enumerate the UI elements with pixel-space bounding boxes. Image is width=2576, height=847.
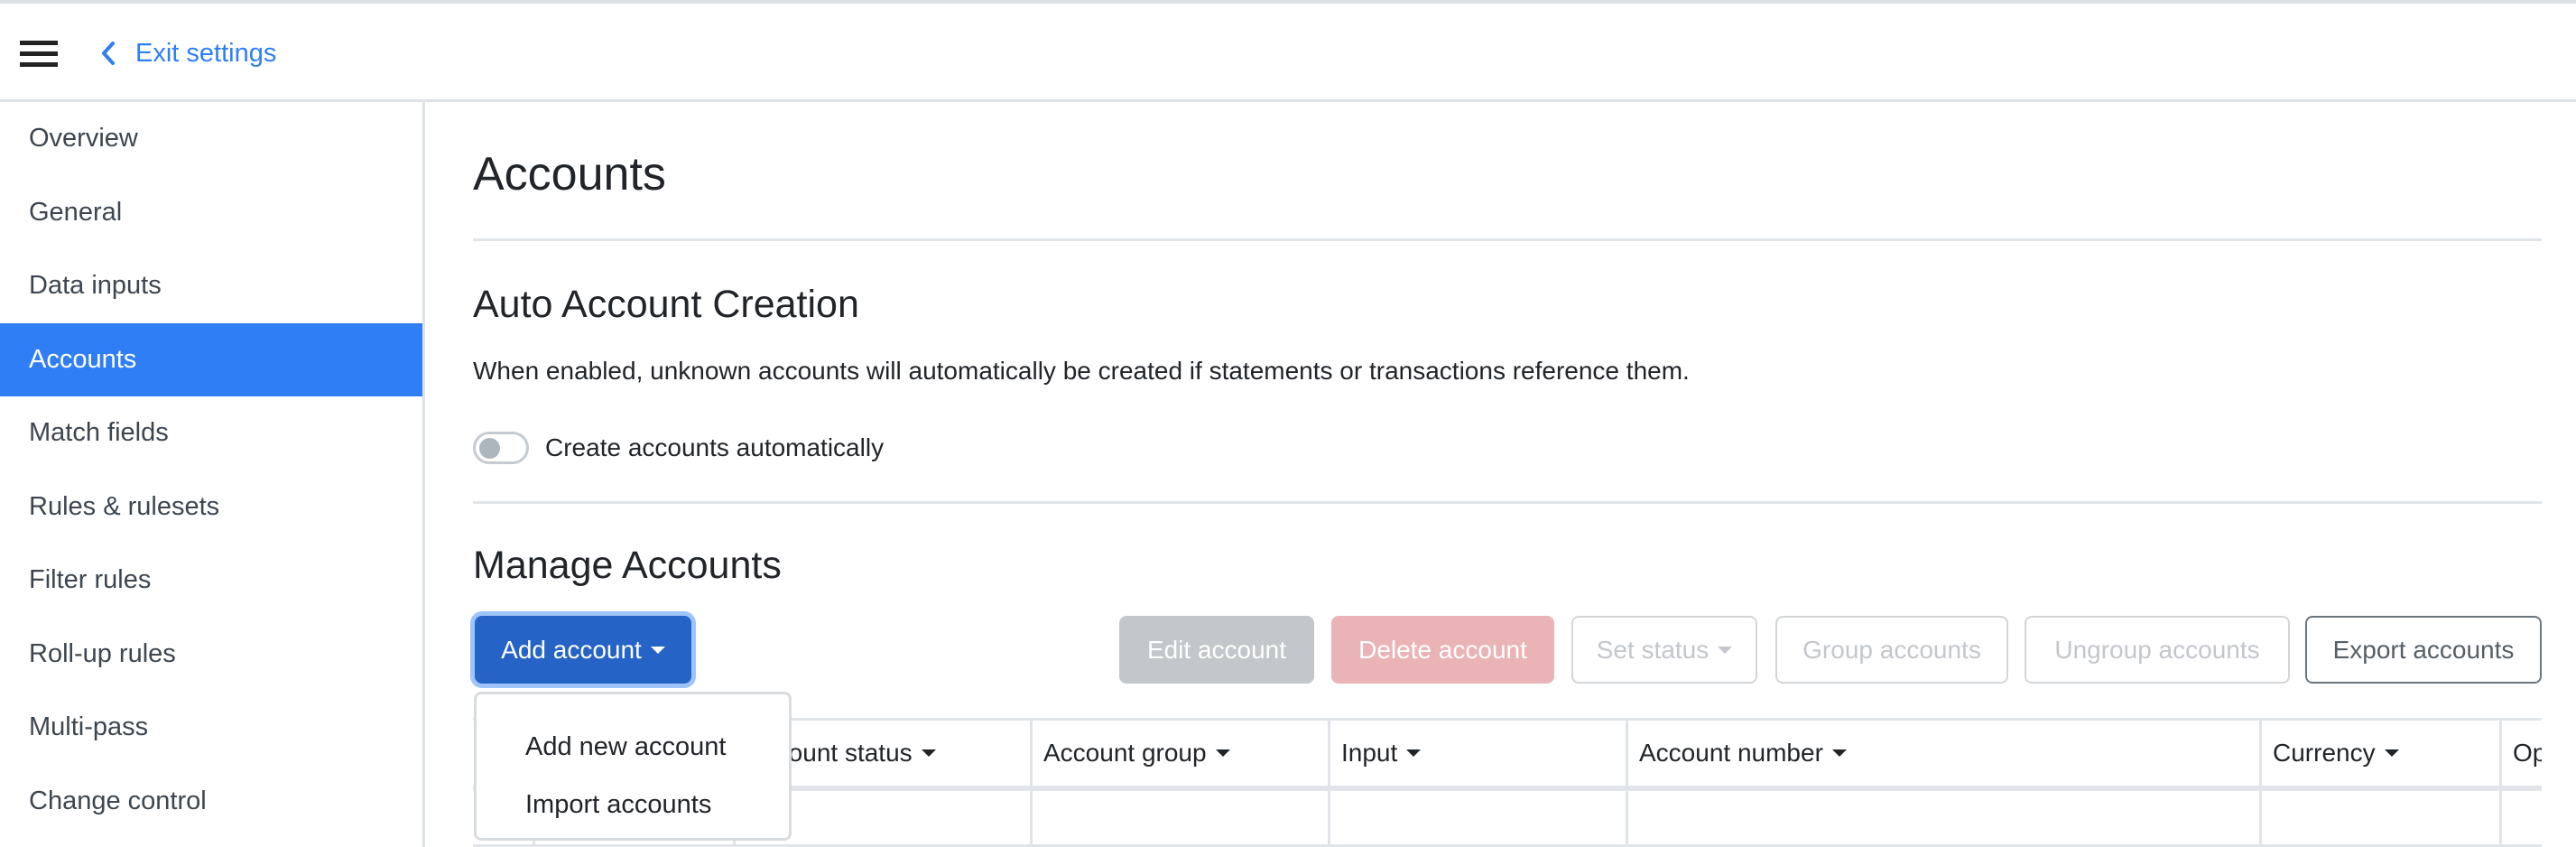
column-header-input[interactable]: Input bbox=[1328, 721, 1626, 786]
column-label: Currency bbox=[2273, 739, 2376, 767]
sidebar-item-label: Change control bbox=[29, 786, 207, 815]
toggle-knob bbox=[479, 438, 500, 459]
sidebar-item-match-fields[interactable]: Match fields bbox=[0, 396, 422, 470]
manage-accounts-heading: Manage Accounts bbox=[473, 544, 782, 587]
create-accounts-toggle-label: Create accounts automatically bbox=[545, 433, 885, 461]
ungroup-accounts-label: Ungroup accounts bbox=[2054, 635, 2260, 664]
group-accounts-label: Group accounts bbox=[1802, 635, 1981, 664]
export-accounts-label: Export accounts bbox=[2332, 635, 2515, 664]
section-divider bbox=[473, 501, 2542, 504]
sidebar-item-data-inputs[interactable]: Data inputs bbox=[0, 249, 422, 323]
section-divider bbox=[473, 238, 2542, 241]
column-header-account-number[interactable]: Account number bbox=[1626, 721, 2259, 786]
table-cell bbox=[1328, 791, 1626, 847]
sidebar-item-label: Rules & rulesets bbox=[29, 491, 220, 521]
column-header-currency[interactable]: Currency bbox=[2259, 721, 2499, 786]
auto-creation-description: When enabled, unknown accounts will auto… bbox=[473, 357, 1690, 385]
chevron-left-icon bbox=[102, 42, 115, 65]
sidebar-item-accounts[interactable]: Accounts bbox=[0, 322, 422, 396]
caret-down-icon bbox=[1831, 749, 1847, 757]
column-header-op[interactable]: Op bbox=[2499, 721, 2542, 786]
sidebar-item-label: Match fields bbox=[29, 418, 169, 448]
exit-settings-link[interactable]: Exit settings bbox=[101, 31, 276, 76]
sidebar-item-label: General bbox=[29, 197, 123, 227]
create-accounts-toggle[interactable] bbox=[473, 432, 529, 464]
sidebar-item-roll-up-rules[interactable]: Roll-up rules bbox=[0, 618, 422, 692]
column-label: Input bbox=[1341, 739, 1398, 767]
caret-down-icon bbox=[921, 749, 936, 757]
caret-down-icon bbox=[1718, 646, 1733, 654]
menu-item-import-accounts[interactable]: Import accounts bbox=[477, 776, 789, 833]
delete-account-label: Delete account bbox=[1358, 635, 1527, 664]
menu-item-add-new-account[interactable]: Add new account bbox=[477, 718, 789, 776]
sidebar-item-rules-rulesets[interactable]: Rules & rulesets bbox=[0, 470, 422, 544]
table-cell bbox=[2259, 791, 2499, 847]
set-status-label: Set status bbox=[1596, 635, 1710, 664]
sidebar-item-label: Filter rules bbox=[29, 565, 152, 595]
sidebar-item-label: Multi-pass bbox=[29, 712, 149, 742]
sidebar-item-label: Roll-up rules bbox=[29, 638, 176, 668]
add-account-dropdown-menu: Add new account Import accounts bbox=[474, 692, 792, 841]
exit-settings-label: Exit settings bbox=[135, 38, 277, 68]
create-accounts-toggle-row[interactable]: Create accounts automatically bbox=[473, 432, 884, 464]
ungroup-accounts-button[interactable]: Ungroup accounts bbox=[2025, 616, 2290, 684]
edit-account-button[interactable]: Edit account bbox=[1119, 616, 1314, 684]
group-accounts-button[interactable]: Group accounts bbox=[1775, 616, 2008, 684]
sidebar-item-filter-rules[interactable]: Filter rules bbox=[0, 544, 422, 618]
edit-account-label: Edit account bbox=[1146, 635, 1287, 664]
sidebar-item-change-control[interactable]: Change control bbox=[0, 765, 422, 839]
settings-sidebar: Overview General Data inputs Accounts Ma… bbox=[0, 102, 425, 847]
sidebar-item-label: Overview bbox=[29, 124, 138, 154]
column-label: Account number bbox=[1639, 739, 1823, 767]
table-cell bbox=[1030, 791, 1328, 847]
set-status-button[interactable]: Set status bbox=[1571, 616, 1757, 684]
auto-creation-heading: Auto Account Creation bbox=[473, 283, 859, 326]
caret-down-icon bbox=[1215, 749, 1230, 757]
hamburger-icon[interactable] bbox=[20, 41, 58, 68]
table-cell bbox=[1626, 791, 2259, 847]
sidebar-item-label: Data inputs bbox=[29, 271, 162, 301]
sidebar-item-overview[interactable]: Overview bbox=[0, 102, 422, 176]
sidebar-item-general[interactable]: General bbox=[0, 176, 422, 250]
page-title: Accounts bbox=[473, 148, 666, 200]
header: Exit settings bbox=[0, 4, 2576, 102]
column-header-account-group[interactable]: Account group bbox=[1030, 721, 1328, 786]
delete-account-button[interactable]: Delete account bbox=[1331, 616, 1554, 684]
caret-down-icon bbox=[2384, 749, 2399, 757]
export-accounts-button[interactable]: Export accounts bbox=[2305, 616, 2542, 684]
table-cell bbox=[2499, 791, 2542, 847]
column-label: Op bbox=[2513, 739, 2542, 767]
sidebar-item-multi-pass[interactable]: Multi-pass bbox=[0, 691, 422, 765]
column-label: Account group bbox=[1043, 739, 1207, 767]
add-account-button[interactable]: Add account bbox=[475, 616, 691, 684]
caret-down-icon bbox=[650, 646, 665, 654]
caret-down-icon bbox=[1406, 749, 1422, 757]
sidebar-item-label: Accounts bbox=[29, 344, 137, 374]
add-account-label: Add account bbox=[501, 635, 642, 664]
